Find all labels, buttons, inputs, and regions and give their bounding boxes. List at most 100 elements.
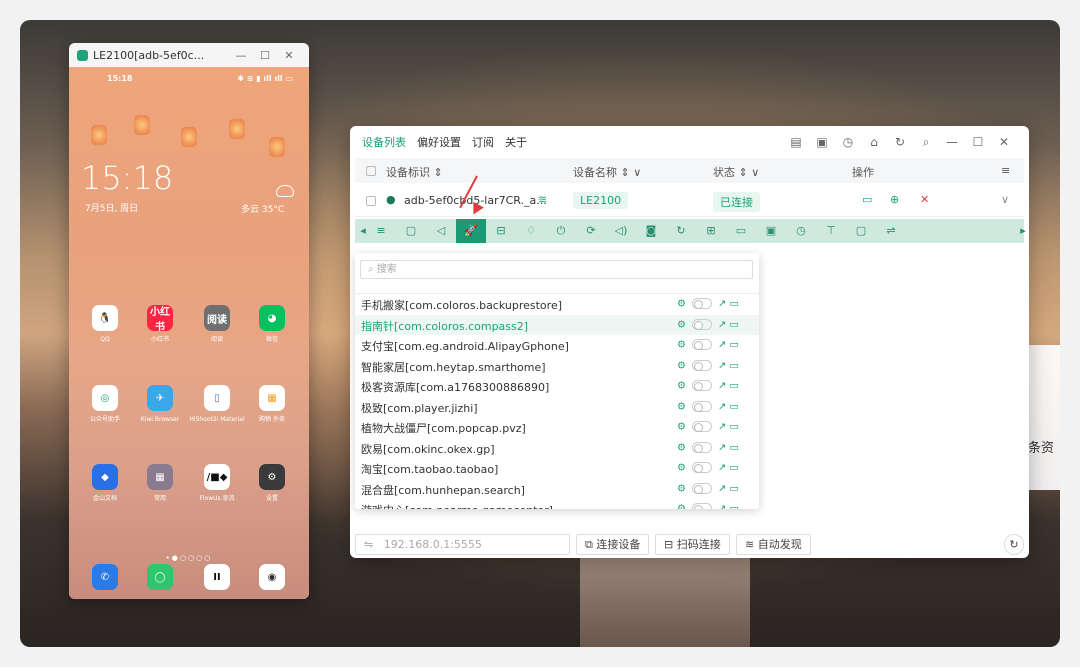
app-toggle[interactable]: [691, 400, 712, 412]
terminal-icon[interactable]: ▣: [809, 135, 835, 149]
search-input[interactable]: ⌕ 搜索: [360, 260, 753, 279]
sort-icon[interactable]: ⇌: [883, 223, 899, 239]
open-app-icon[interactable]: ↗: [718, 401, 730, 412]
list-item[interactable]: 植物大战僵尸[com.popcap.pvz] ⚙ ↗ ▭: [355, 417, 759, 438]
mirror-app-icon[interactable]: ▭: [730, 401, 739, 412]
app-kdocs[interactable]: ◆ 金山文档: [77, 464, 133, 503]
list-item[interactable]: 智能家居[com.heytap.smarthome] ⚙ ↗ ▭: [355, 356, 759, 377]
app-settings-icon[interactable]: ⚙: [677, 504, 686, 510]
install-icon[interactable]: ⊞: [703, 223, 719, 239]
open-app-icon[interactable]: ↗: [718, 299, 730, 310]
app-folder-shopping[interactable]: ▦ 购物 外卖: [244, 385, 300, 424]
app-folder-common[interactable]: ▦ 常用: [132, 464, 188, 503]
mirror-app-icon[interactable]: ▭: [730, 442, 739, 453]
minimize-icon[interactable]: —: [229, 49, 253, 62]
column-status[interactable]: 状态 ⇕ ∨: [713, 164, 759, 180]
app-toggle[interactable]: [691, 298, 712, 309]
refresh-icon[interactable]: ↻: [1004, 534, 1024, 555]
app-settings-icon[interactable]: ⚙: [677, 360, 686, 371]
open-app-icon[interactable]: ↗: [718, 381, 730, 392]
app-toggle[interactable]: [691, 482, 712, 494]
chevron-down-icon[interactable]: ∨: [1001, 193, 1009, 206]
folder-icon[interactable]: ▭: [733, 223, 749, 239]
rotate-icon[interactable]: ⟳: [583, 223, 599, 239]
auto-discover-button[interactable]: ≋ 自动发现: [736, 534, 811, 555]
list-item[interactable]: 欧易[com.okinc.okex.gp] ⚙ ↗ ▭: [355, 438, 759, 459]
app-list-dropdown[interactable]: ⌕ 搜索 手机搬家[com.coloros.backuprestore] ⚙ ↗ ▭…: [355, 253, 759, 509]
mirror-app-icon[interactable]: ▭: [730, 299, 739, 310]
select-all-checkbox[interactable]: [366, 166, 376, 176]
open-app-icon[interactable]: ↗: [718, 422, 730, 433]
open-app-icon[interactable]: ↗: [718, 319, 730, 330]
list-item[interactable]: 混合盘[com.hunhepan.search] ⚙ ↗ ▭: [355, 479, 759, 500]
app-launch-icon[interactable]: 🚀: [456, 219, 486, 243]
mirror-app-icon[interactable]: ▭: [730, 463, 739, 474]
tune-icon[interactable]: ⊤: [823, 223, 839, 239]
history-icon[interactable]: ◷: [835, 135, 861, 149]
minimize-icon[interactable]: —: [939, 135, 965, 149]
dock-camera[interactable]: ◉: [244, 564, 300, 590]
phone-window-titlebar[interactable]: LE2100[adb-5ef0c... — ☐ ✕: [69, 43, 309, 67]
add-icon[interactable]: ⊕: [890, 193, 899, 206]
app-settings-icon[interactable]: ⚙: [677, 422, 686, 433]
open-app-icon[interactable]: ↗: [718, 504, 730, 510]
app-settings-icon[interactable]: ⚙: [677, 299, 686, 310]
camera-icon[interactable]: ◙: [643, 223, 659, 239]
app-settings[interactable]: ⚙ 设置: [244, 464, 300, 503]
mirror-app-icon[interactable]: ▭: [730, 422, 739, 433]
clock-icon[interactable]: ◷: [793, 223, 809, 239]
disconnect-icon[interactable]: ✕: [920, 193, 929, 206]
terminal-icon[interactable]: ▣: [763, 223, 779, 239]
list-item[interactable]: 极致[com.player.jizhi] ⚙ ↗ ▭: [355, 397, 759, 418]
open-app-icon[interactable]: ↗: [718, 340, 730, 351]
app-reading[interactable]: 阅读 阅读: [189, 305, 245, 344]
app-settings-icon[interactable]: ⚙: [677, 381, 686, 392]
tab-device-list[interactable]: 设备列表: [362, 134, 406, 150]
app-gzh-assistant[interactable]: ◎ 公众号助手: [77, 385, 133, 424]
mirror-app-icon[interactable]: ▭: [730, 381, 739, 392]
search-icon[interactable]: ⌕: [913, 135, 939, 150]
list-item[interactable]: 游戏中心[com.nearme.gamecenter] ⚙ ↗ ▭: [355, 499, 759, 509]
scan-connect-button[interactable]: ⊟ 扫码连接: [655, 534, 730, 555]
app-toggle[interactable]: [691, 359, 712, 371]
open-app-icon[interactable]: ↗: [718, 442, 730, 453]
column-settings-icon[interactable]: ≡: [1001, 164, 1010, 177]
mirror-app-icon[interactable]: ▭: [730, 360, 739, 371]
list-item[interactable]: 极客资源库[com.a1768300886890] ⚙ ↗ ▭: [355, 376, 759, 397]
phone-screen[interactable]: 15:18 ✱ ≋ ▮ ıll ıll ▭ 15:18 7月5日, 周日 多云 …: [69, 67, 309, 599]
app-toggle[interactable]: [691, 318, 712, 330]
app-toggle[interactable]: [691, 441, 712, 453]
power-icon[interactable]: ⏻: [553, 223, 569, 239]
list-item[interactable]: 手机搬家[com.coloros.backuprestore] ⚙ ↗ ▭: [355, 294, 759, 315]
app-xiaohongshu[interactable]: 小红书 小红书: [132, 305, 188, 344]
open-app-icon[interactable]: ↗: [718, 463, 730, 474]
app-kiwi-browser[interactable]: ✈ Kiwi Browser: [132, 385, 188, 424]
list-item[interactable]: 淘宝[com.taobao.taobao] ⚙ ↗ ▭: [355, 458, 759, 479]
maximize-icon[interactable]: ☐: [965, 135, 991, 149]
app-toggle[interactable]: [691, 462, 712, 473]
app-qq[interactable]: 🐧 QQ: [77, 305, 133, 344]
tab-about[interactable]: 关于: [505, 134, 527, 150]
maximize-icon[interactable]: ☐: [253, 49, 277, 62]
refresh-icon[interactable]: ↻: [887, 135, 913, 149]
list-item[interactable]: 支付宝[com.eg.android.AlipayGphone] ⚙ ↗ ▭: [355, 335, 759, 356]
menu-icon[interactable]: ≡: [373, 223, 389, 239]
info-icon[interactable]: ●: [386, 193, 396, 206]
close-icon[interactable]: ✕: [277, 49, 301, 62]
scroll-left-icon[interactable]: ◂: [355, 223, 371, 239]
table-row[interactable]: ● adb-5ef0cbd5-lar7CR._a... ≋ LE2100 已连接…: [355, 185, 1024, 217]
app-wechat[interactable]: ◕ 微信: [244, 305, 300, 344]
app-toggle[interactable]: [691, 503, 712, 509]
app-settings-icon[interactable]: ⚙: [677, 340, 686, 351]
dock-messages[interactable]: ◯: [132, 564, 188, 590]
home-clock[interactable]: 15:18: [81, 159, 173, 197]
app-flowus[interactable]: /■◆ FlowUs 息流: [189, 464, 245, 503]
column-device-name[interactable]: 设备名称 ⇕ ∨: [573, 164, 641, 180]
list-item[interactable]: 指南针[com.coloros.compass2] ⚙ ↗ ▭: [355, 314, 759, 335]
mirror-icon[interactable]: ▭: [862, 193, 872, 206]
app-settings-icon[interactable]: ⚙: [677, 319, 686, 330]
column-device-id[interactable]: 设备标识 ⇕: [386, 164, 443, 180]
volume-icon[interactable]: ◁): [613, 223, 629, 239]
app-settings-icon[interactable]: ⚙: [677, 401, 686, 412]
theme-icon[interactable]: ⌂: [861, 135, 887, 149]
